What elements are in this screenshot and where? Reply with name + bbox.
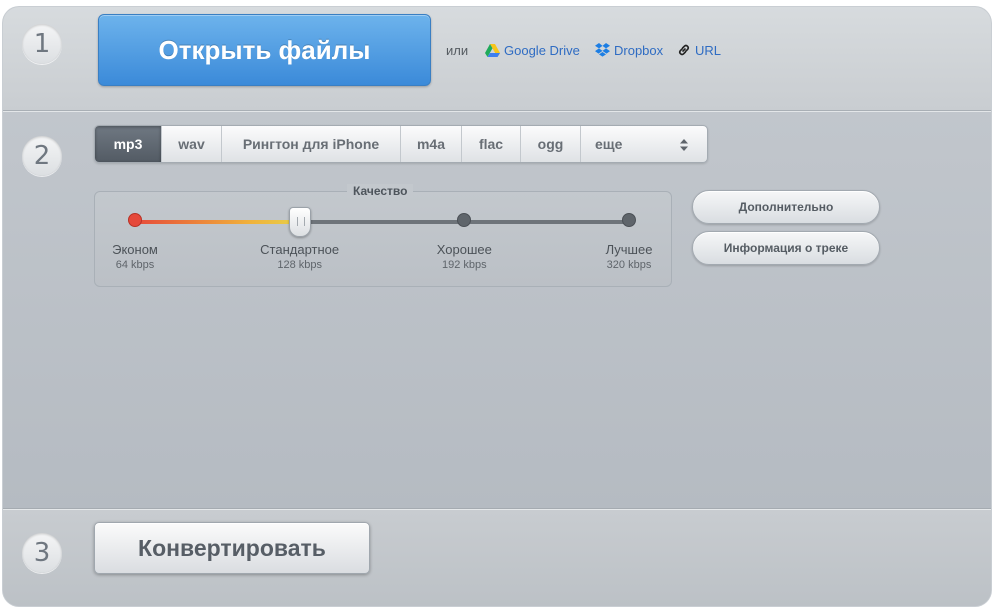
quality-level-bitrate: 320 kbps: [606, 259, 652, 271]
quality-level-label: Эконом 64 kbps: [80, 242, 190, 271]
step-number-3: 3: [22, 533, 62, 573]
advanced-button[interactable]: Дополнительно: [692, 190, 880, 224]
quality-level-label: Лучшее 320 kbps: [574, 242, 684, 271]
quality-level-bitrate: 192 kbps: [442, 259, 487, 271]
tab-iphone-ringtone[interactable]: Рингтон для iPhone: [222, 126, 401, 162]
google-drive-icon: [485, 43, 500, 57]
quality-slider-track[interactable]: [135, 220, 629, 224]
quality-level-name: Стандартное: [260, 242, 340, 257]
quality-level-name: Эконом: [112, 242, 158, 257]
open-files-button[interactable]: Открыть файлы: [98, 14, 431, 86]
quality-box: Качество Эконом 64 kbps Стандартное 128 kbp…: [94, 184, 672, 287]
dropbox-link[interactable]: Dropbox: [595, 41, 663, 59]
step-number-1: 1: [22, 24, 62, 64]
quality-stop-2[interactable]: [457, 213, 472, 227]
url-link[interactable]: URL: [677, 41, 721, 59]
tab-mp3[interactable]: mp3: [95, 126, 162, 162]
quality-level-name: Хорошее: [436, 242, 492, 257]
select-arrows-icon: [680, 139, 688, 151]
step-2-section: [3, 111, 991, 509]
google-drive-label: Google Drive: [504, 42, 580, 58]
quality-title: Качество: [347, 184, 414, 198]
tab-flac[interactable]: flac: [462, 126, 521, 162]
quality-level-label: Стандартное 128 kbps: [245, 242, 355, 271]
dropbox-label: Dropbox: [614, 42, 664, 58]
link-icon: [677, 43, 691, 57]
tab-more-label: еще: [595, 136, 623, 152]
tab-wav[interactable]: wav: [162, 126, 222, 162]
url-label: URL: [695, 42, 722, 58]
format-tabs: mp3 wav Рингтон для iPhone m4a flac ogg …: [94, 125, 708, 163]
quality-level-label: Хорошее 192 kbps: [409, 242, 519, 271]
tab-m4a[interactable]: m4a: [401, 126, 462, 162]
dropbox-icon: [595, 43, 610, 57]
tab-ogg[interactable]: ogg: [521, 126, 581, 162]
or-label: или: [446, 43, 469, 58]
track-info-button[interactable]: Информация о треке: [692, 231, 880, 265]
quality-level-bitrate: 128 kbps: [277, 259, 322, 271]
converter-panel: [3, 7, 991, 606]
quality-stop-3[interactable]: [622, 213, 636, 227]
quality-slider-fill: [135, 220, 300, 224]
step-number-2: 2: [22, 136, 62, 176]
convert-button[interactable]: Конвертировать: [94, 522, 370, 574]
quality-slider-thumb[interactable]: [288, 207, 311, 237]
quality-level-bitrate: 64 kbps: [115, 259, 155, 271]
quality-stop-0[interactable]: [128, 213, 142, 227]
google-drive-link[interactable]: Google Drive: [485, 41, 580, 59]
tab-more-dropdown[interactable]: еще: [581, 126, 707, 162]
quality-level-name: Лучшее: [605, 242, 653, 257]
